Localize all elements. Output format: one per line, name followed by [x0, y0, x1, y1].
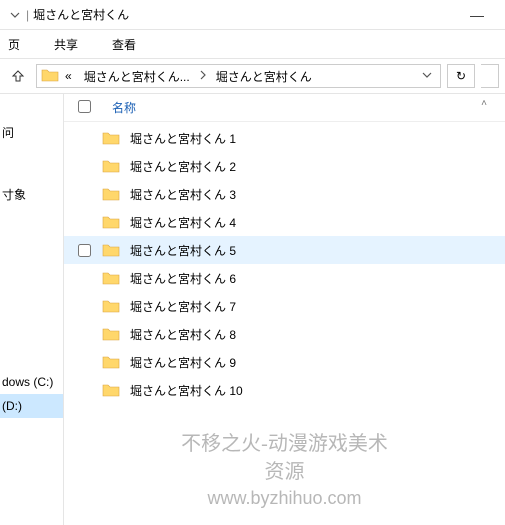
item-name: 堀さんと宮村くん 2 [124, 158, 236, 175]
address-row: « 堀さんと宮村くん... 堀さんと宮村くん ↻ [0, 58, 505, 94]
item-name: 堀さんと宮村くん 7 [124, 298, 236, 315]
navigation-pane: 问 寸象 dows (C:) (D:) [0, 94, 64, 525]
window-titlebar: | 堀さんと宮村くん — [0, 0, 505, 30]
minimize-button[interactable]: — [457, 7, 497, 23]
column-header-row: 名称 ˄ [64, 94, 505, 122]
breadcrumb-prefix[interactable]: « [59, 69, 78, 83]
item-name: 堀さんと宮村くん 8 [124, 326, 236, 343]
refresh-icon: ↻ [456, 69, 466, 83]
nav-drive-d[interactable]: (D:) [0, 394, 63, 418]
folder-icon [102, 327, 124, 341]
breadcrumb-1[interactable]: 堀さんと宮村くん... [78, 68, 196, 85]
breadcrumb-2[interactable]: 堀さんと宮村くん [210, 68, 318, 85]
list-item[interactable]: 堀さんと宮村くん 3 [64, 180, 505, 208]
tab-share[interactable]: 共享 [46, 32, 86, 57]
list-item[interactable]: 堀さんと宮村くん 9 [64, 348, 505, 376]
item-name: 堀さんと宮村くん 5 [124, 242, 236, 259]
watermark-line1: 不移之火-动漫游戏美术资源 [174, 430, 395, 486]
nav-drive-c[interactable]: dows (C:) [0, 370, 63, 394]
item-name: 堀さんと宮村くん 4 [124, 214, 236, 231]
search-area-partial[interactable] [481, 64, 499, 88]
qat-dropdown-icon[interactable] [8, 10, 22, 20]
up-button[interactable] [6, 64, 30, 88]
list-item[interactable]: 堀さんと宮村くん 6 [64, 264, 505, 292]
address-bar[interactable]: « 堀さんと宮村くん... 堀さんと宮村くん [36, 64, 441, 88]
list-item[interactable]: 堀さんと宮村くん 5 [64, 236, 505, 264]
nav-item[interactable] [0, 206, 63, 230]
list-item[interactable]: 堀さんと宮村くん 1 [64, 124, 505, 152]
file-list-area: 名称 ˄ 堀さんと宮村くん 1堀さんと宮村くん 2堀さんと宮村くん 3堀さんと宮… [64, 94, 505, 525]
window-title: 堀さんと宮村くん [33, 6, 129, 23]
sort-indicator-icon: ˄ [481, 98, 487, 109]
address-dropdown-icon[interactable] [418, 69, 436, 83]
items-container: 堀さんと宮村くん 1 堀さんと宮村くん 2 堀さんと宮村くん 3 堀さんと宮村くん 4… [64, 122, 505, 404]
folder-icon [102, 159, 124, 173]
column-header-name[interactable]: 名称 [102, 99, 136, 116]
refresh-button[interactable]: ↻ [447, 64, 475, 88]
folder-icon [41, 68, 59, 85]
item-name: 堀さんと宮村くん 6 [124, 270, 236, 287]
tab-view[interactable]: 查看 [104, 32, 144, 57]
list-item[interactable]: 堀さんと宮村くん 2 [64, 152, 505, 180]
item-name: 堀さんと宮村くん 9 [124, 354, 236, 371]
watermark-line2: www.byzhihuo.com [174, 486, 395, 511]
select-all-checkbox[interactable] [78, 100, 102, 116]
folder-icon [102, 187, 124, 201]
folder-icon [102, 271, 124, 285]
folder-icon [102, 383, 124, 397]
ribbon-tabs: 页 共享 查看 [0, 30, 505, 58]
folder-icon [102, 355, 124, 369]
item-name: 堀さんと宮村くん 3 [124, 186, 236, 203]
nav-item[interactable] [0, 144, 63, 168]
watermark: 不移之火-动漫游戏美术资源 www.byzhihuo.com [174, 430, 395, 511]
item-name: 堀さんと宮村くん 10 [124, 382, 243, 399]
folder-icon [102, 299, 124, 313]
folder-icon [102, 215, 124, 229]
list-item[interactable]: 堀さんと宮村くん 4 [64, 208, 505, 236]
list-item[interactable]: 堀さんと宮村くん 10 [64, 376, 505, 404]
folder-icon [102, 243, 124, 257]
item-name: 堀さんと宮村くん 1 [124, 130, 236, 147]
nav-item[interactable]: 寸象 [0, 182, 63, 206]
titlebar-separator: | [22, 8, 33, 22]
row-checkbox[interactable] [78, 244, 102, 257]
chevron-right-icon[interactable] [196, 69, 210, 83]
nav-item[interactable]: 问 [0, 120, 63, 144]
list-item[interactable]: 堀さんと宮村くん 7 [64, 292, 505, 320]
list-item[interactable]: 堀さんと宮村くん 8 [64, 320, 505, 348]
folder-icon [102, 131, 124, 145]
tab-home[interactable]: 页 [0, 32, 28, 57]
